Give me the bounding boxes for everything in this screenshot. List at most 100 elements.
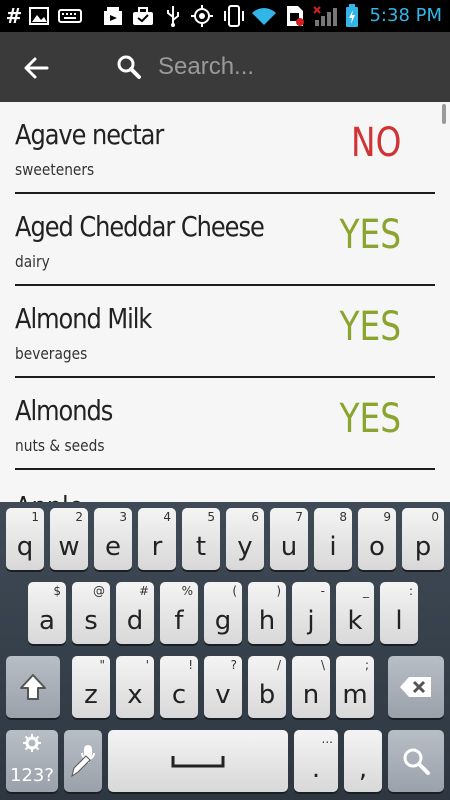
voice-input-key[interactable] — [64, 730, 102, 792]
key-label: h — [258, 606, 276, 636]
shift-icon — [20, 674, 46, 700]
key-hint: 2 — [75, 510, 83, 524]
key-hint: 7 — [295, 510, 303, 524]
symbols-key[interactable]: 123? — [6, 730, 58, 792]
key-hint: 0 — [431, 510, 439, 524]
key-n[interactable]: \ n — [292, 656, 330, 718]
space-key[interactable] — [108, 730, 288, 792]
key-label: z — [84, 680, 98, 710]
vibrate-icon — [222, 5, 246, 27]
key-hint: ; — [364, 658, 369, 672]
search-box[interactable] — [110, 46, 430, 88]
key-f[interactable]: % f — [160, 582, 198, 644]
search-icon — [403, 748, 430, 775]
key-label: c — [171, 680, 187, 710]
key-t[interactable]: 5t — [182, 508, 220, 570]
briefcase-icon — [132, 6, 154, 26]
key-l[interactable]: :l — [380, 582, 418, 644]
key-r[interactable]: 4r — [138, 508, 176, 570]
key-label: s — [84, 606, 98, 636]
key-y[interactable]: 6y — [226, 508, 264, 570]
key-e[interactable]: 3e — [94, 508, 132, 570]
item-category: nuts & seeds — [15, 436, 105, 455]
period-key[interactable]: ... . — [294, 730, 338, 792]
key-hint: % — [181, 584, 193, 598]
clock: 5:38 PM — [369, 5, 442, 26]
list-item[interactable]: Aged Cheddar Cheese dairy YES — [15, 194, 435, 286]
item-verdict: YES — [339, 304, 401, 350]
key-a[interactable]: $ a — [28, 582, 66, 644]
list-item-partial[interactable]: Apple — [15, 490, 84, 502]
key-b[interactable]: / b — [248, 656, 286, 718]
soft-keyboard: 1q 2w 3e 4r 5t 6y 7u 8i 9o 0p $ a @ s # d %… — [0, 502, 450, 800]
item-verdict: YES — [339, 396, 401, 442]
item-name: Aged Cheddar Cheese — [15, 210, 265, 243]
key-label: p — [414, 532, 432, 562]
key-label: r — [151, 532, 163, 562]
list-item[interactable]: Almonds nuts & seeds YES — [15, 378, 435, 470]
key-label: x — [127, 680, 143, 710]
key-label: o — [369, 532, 385, 562]
key-h[interactable]: ) h — [248, 582, 286, 644]
back-button[interactable] — [14, 52, 58, 84]
key-v[interactable]: ? v — [204, 656, 242, 718]
key-d[interactable]: # d — [116, 582, 154, 644]
key-hint: 4 — [163, 510, 171, 524]
list-item[interactable]: Almond Milk beverages YES — [15, 286, 435, 378]
search-key[interactable] — [388, 730, 444, 792]
key-i[interactable]: 8i — [314, 508, 352, 570]
search-icon — [117, 55, 141, 79]
key-m[interactable]: ; m — [336, 656, 374, 718]
key-hint: : — [408, 584, 413, 598]
key-z[interactable]: " z — [72, 656, 110, 718]
key-hint: ? — [230, 658, 237, 672]
item-category: beverages — [15, 344, 88, 363]
key-u[interactable]: 7u — [270, 508, 308, 570]
item-name: Almonds — [15, 394, 113, 427]
image-icon — [28, 6, 50, 26]
key-o[interactable]: 9o — [358, 508, 396, 570]
comma-key[interactable]: , — [344, 730, 382, 792]
key-k[interactable]: _ k — [336, 582, 374, 644]
list-item[interactable]: Agave nectar sweeteners NO — [15, 102, 435, 194]
key-label: w — [58, 532, 80, 562]
item-category: sweeteners — [15, 160, 95, 179]
key-label: b — [258, 680, 276, 710]
key-label: q — [16, 532, 34, 562]
key-hint: 3 — [119, 510, 127, 524]
settings-icon — [6, 734, 58, 757]
key-hint: 8 — [339, 510, 347, 524]
key-label: e — [105, 532, 121, 562]
key-j[interactable]: -j — [292, 582, 330, 644]
key-label: m — [342, 680, 368, 710]
scrollbar[interactable] — [442, 104, 446, 124]
key-x[interactable]: ' x — [116, 656, 154, 718]
item-verdict: NO — [350, 120, 401, 166]
space-icon — [171, 756, 225, 768]
signal-icon — [312, 6, 340, 26]
key-label: d — [126, 606, 144, 636]
gps-icon — [190, 5, 214, 27]
key-q[interactable]: 1q — [6, 508, 44, 570]
search-input[interactable] — [158, 50, 418, 84]
hash-glyph: # — [5, 4, 23, 28]
key-label: g — [214, 606, 232, 636]
key-hint: 6 — [251, 510, 259, 524]
shift-key[interactable] — [6, 656, 60, 718]
food-list[interactable]: Agave nectar sweeteners NO Aged Cheddar … — [0, 102, 450, 502]
key-g[interactable]: (g — [204, 582, 242, 644]
key-hint: ( — [232, 584, 237, 598]
item-name: Almond Milk — [15, 302, 152, 335]
key-hint: 5 — [207, 510, 215, 524]
backspace-key[interactable] — [388, 656, 444, 718]
symbols-label: 123? — [10, 765, 54, 786]
key-w[interactable]: 2w — [50, 508, 88, 570]
key-c[interactable]: ! c — [160, 656, 198, 718]
back-arrow-icon — [24, 57, 49, 79]
key-hint: " — [99, 658, 105, 672]
key-p[interactable]: 0p — [402, 508, 444, 570]
key-s[interactable]: @ s — [72, 582, 110, 644]
backspace-icon — [400, 677, 431, 697]
status-bar: # 5:38 PM — [0, 0, 450, 32]
key-hint: @ — [93, 584, 105, 598]
